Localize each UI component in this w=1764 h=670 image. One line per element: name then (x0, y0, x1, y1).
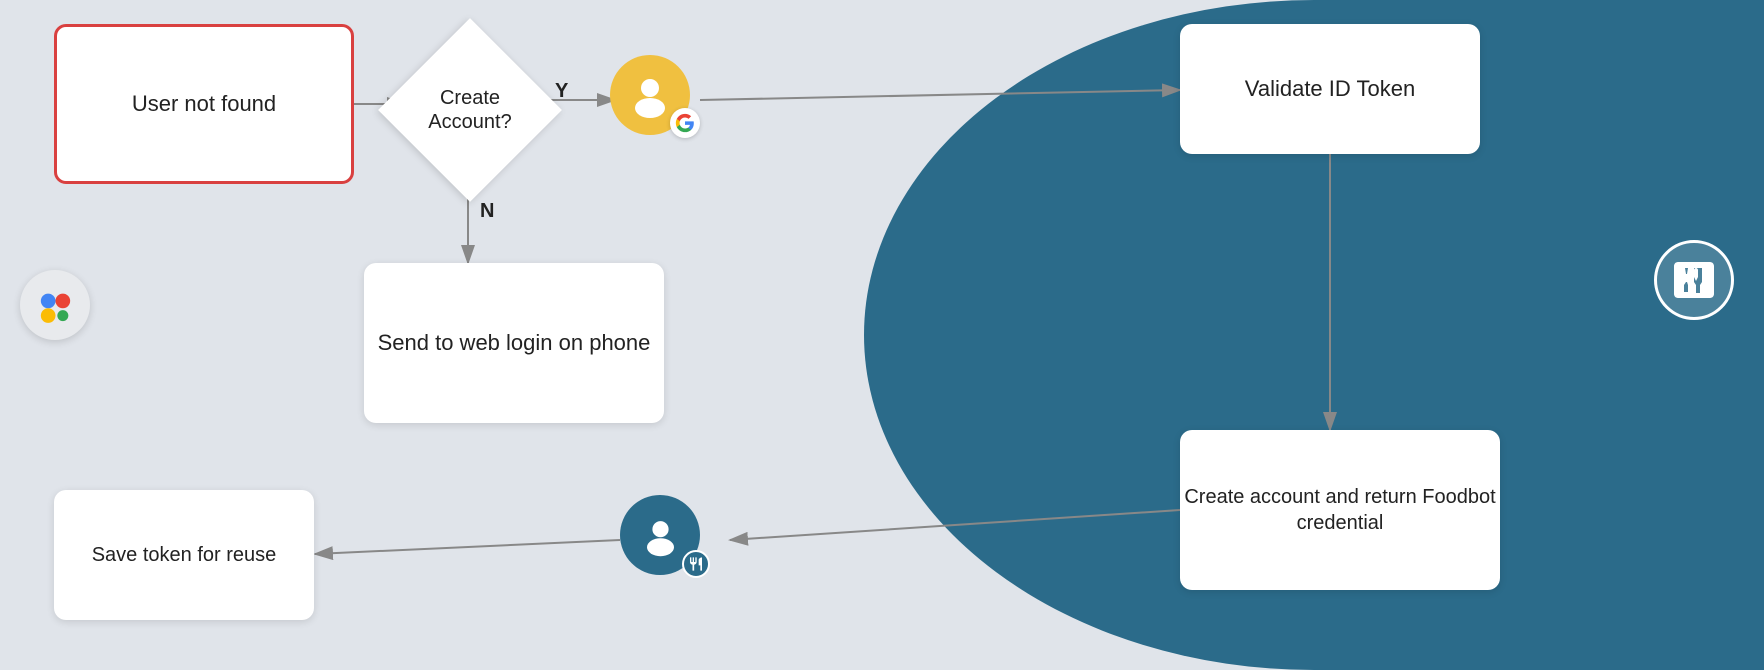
create-account-box: Create account and return Foodbot creden… (1180, 430, 1500, 590)
save-token-box: Save token for reuse (54, 490, 314, 620)
user-not-found-box: User not found (54, 24, 354, 184)
diagram: Y N User not found CreateAccount? Send t… (0, 0, 1764, 670)
create-account-label: Create account and return Foodbot creden… (1180, 484, 1500, 536)
user-not-found-label: User not found (132, 90, 276, 119)
send-to-web-login-box: Send to web login on phone (364, 263, 664, 423)
google-assistant-icon (20, 270, 100, 350)
yes-label: Y (555, 80, 568, 103)
diamond-label: CreateAccount? (390, 30, 550, 190)
validate-id-box: Validate ID Token (1180, 24, 1480, 154)
validate-id-label: Validate ID Token (1245, 75, 1415, 104)
google-user-icon (610, 50, 700, 140)
foodbot-user-icon (620, 490, 710, 580)
send-to-web-login-label: Send to web login on phone (378, 329, 651, 358)
foodbot-right-icon (1654, 240, 1744, 330)
save-token-label: Save token for reuse (92, 542, 277, 568)
no-label: N (480, 200, 494, 223)
create-account-diamond: CreateAccount? (390, 30, 550, 190)
